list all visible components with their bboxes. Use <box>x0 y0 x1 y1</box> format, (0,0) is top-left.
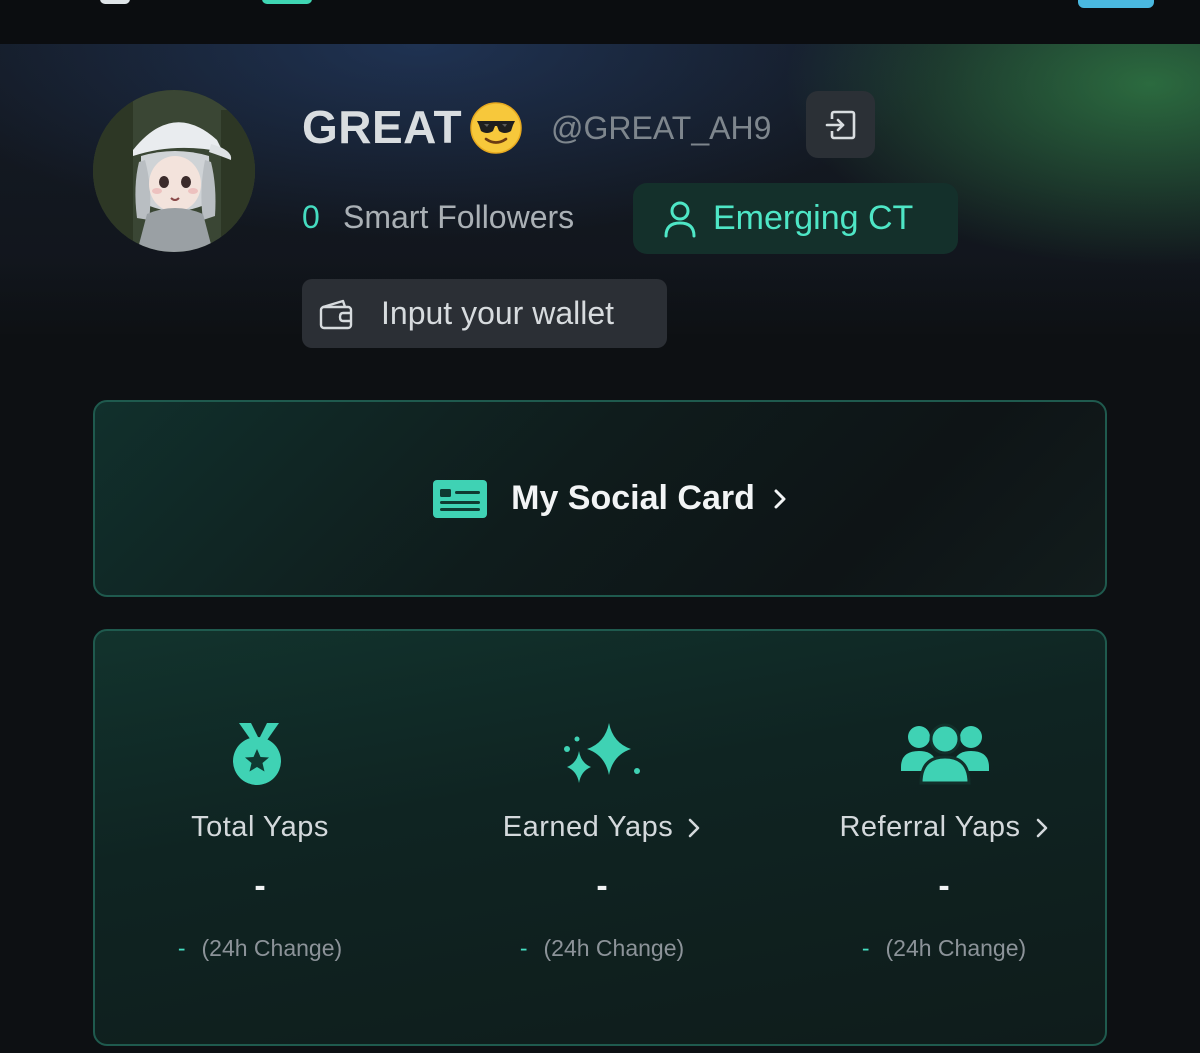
nav-brand-fragment[interactable] <box>262 0 312 4</box>
my-social-card[interactable]: My Social Card <box>93 400 1107 597</box>
nav-logo-fragment[interactable] <box>100 0 130 4</box>
total-yaps-change-label: (24h Change) <box>201 935 343 961</box>
stat-referral-yaps[interactable]: Referral Yaps - - (24h Change) <box>779 631 1109 1048</box>
top-navigation-bar <box>0 0 1200 44</box>
sunglasses-face-emoji-icon <box>470 102 522 154</box>
logout-button[interactable] <box>806 91 875 158</box>
user-icon <box>664 201 696 237</box>
total-yaps-label-row: Total Yaps <box>95 811 425 844</box>
user-handle[interactable]: @GREAT_AH9 <box>551 110 771 147</box>
total-yaps-value: - <box>254 867 266 905</box>
referral-yaps-label-row[interactable]: Referral Yaps <box>779 811 1109 844</box>
referral-yaps-value: - <box>938 867 950 905</box>
earned-yaps-value: - <box>596 867 608 905</box>
referral-yaps-change: - (24h Change) <box>779 935 1109 962</box>
earned-yaps-label: Earned Yaps <box>502 811 674 843</box>
total-yaps-label: Total Yaps <box>191 811 329 843</box>
stat-earned-yaps[interactable]: Earned Yaps - - (24h Change) <box>437 631 767 1048</box>
stat-total-yaps: Total Yaps - - (24h Change) <box>95 631 425 1048</box>
earned-yaps-change-value: - <box>519 935 528 961</box>
avatar[interactable] <box>93 90 255 252</box>
users-group-icon <box>901 723 989 785</box>
avatar-image <box>93 90 255 252</box>
smart-followers-count: 0 <box>302 199 320 235</box>
total-yaps-change: - (24h Change) <box>95 935 425 962</box>
yaps-stats-card: Total Yaps - - (24h Change) Earned Yaps … <box>93 629 1107 1046</box>
display-name: GREAT <box>302 101 463 153</box>
nav-action-button[interactable] <box>1078 0 1154 8</box>
smart-followers-label: Smart Followers <box>343 199 575 235</box>
earned-yaps-change-label: (24h Change) <box>543 935 685 961</box>
earned-yaps-label-row[interactable]: Earned Yaps <box>437 811 767 844</box>
earned-yaps-change: - (24h Change) <box>437 935 767 962</box>
medal-icon <box>233 723 281 785</box>
sparkles-icon <box>564 723 640 783</box>
input-wallet-button[interactable]: Input your wallet <box>302 279 667 348</box>
chevron-right-icon <box>688 818 700 837</box>
chevron-right-icon <box>1036 818 1047 837</box>
tier-badge: Emerging CT <box>633 183 958 254</box>
wallet-icon <box>319 299 353 329</box>
wallet-prompt: Input your wallet <box>381 295 615 331</box>
id-card-icon <box>433 479 488 518</box>
referral-yaps-label: Referral Yaps <box>839 811 1021 843</box>
referral-yaps-change-value: - <box>861 935 870 961</box>
tier-label: Emerging CT <box>713 199 914 237</box>
total-yaps-change-value: - <box>177 935 186 961</box>
exit-icon <box>825 110 855 139</box>
social-card-label: My Social Card <box>511 479 755 517</box>
referral-yaps-change-label: (24h Change) <box>885 935 1027 961</box>
chevron-right-icon <box>774 489 786 508</box>
